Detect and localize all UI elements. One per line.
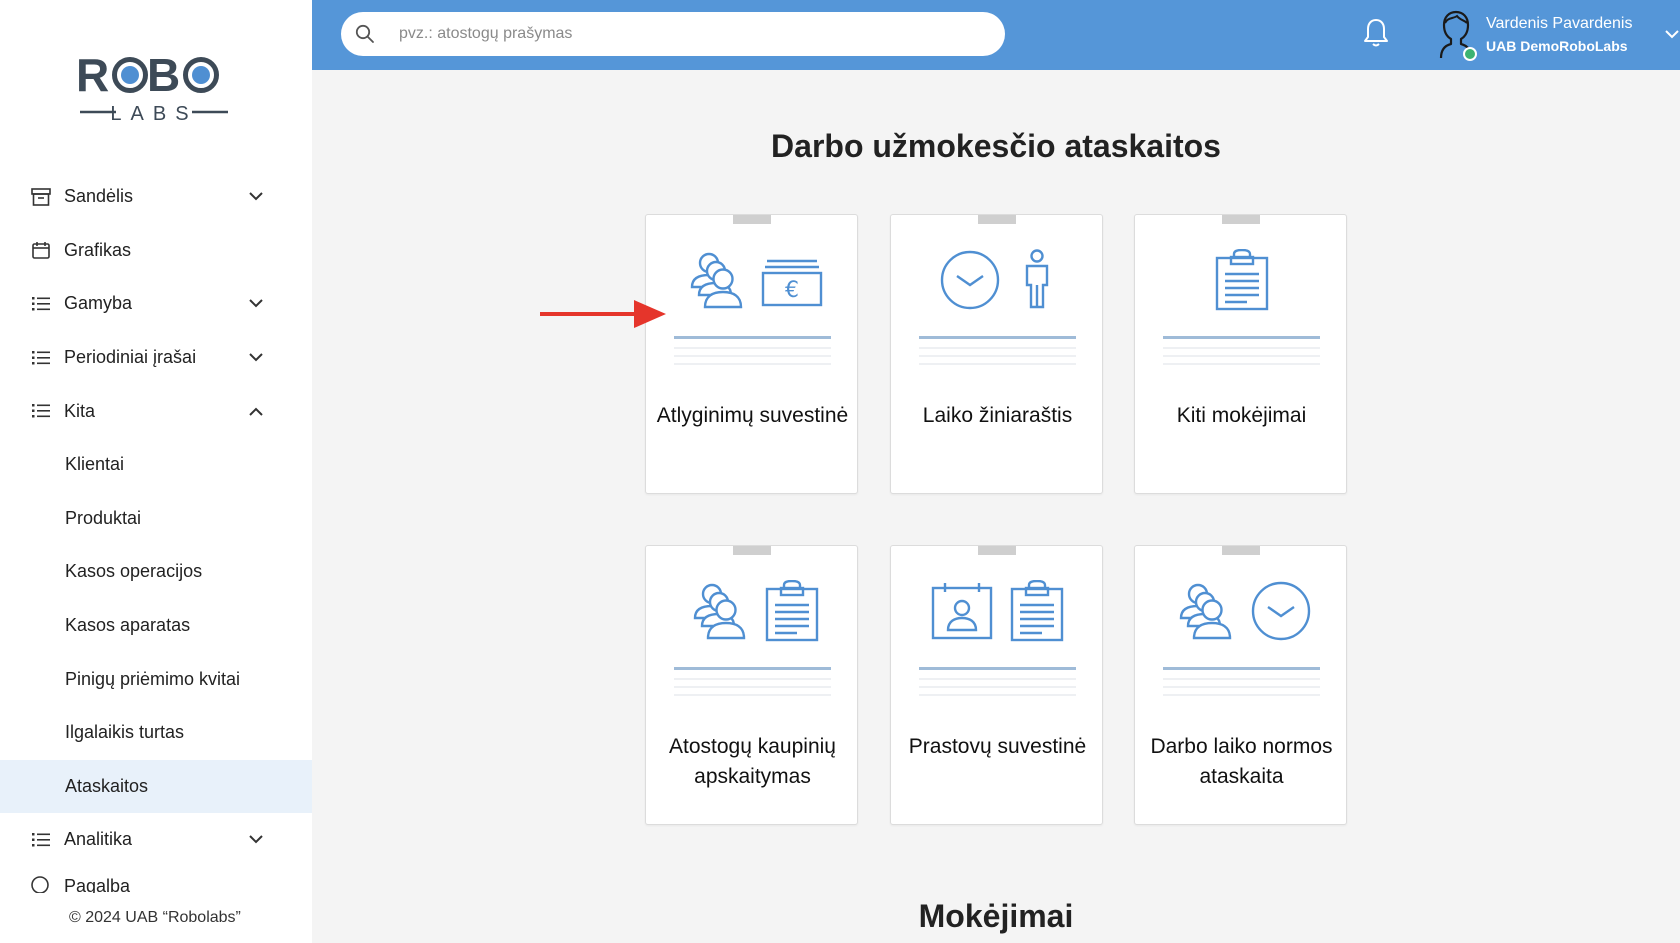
- card-tab: [1222, 215, 1260, 224]
- card-tab: [1222, 546, 1260, 555]
- sidebar-item-analitika[interactable]: Analitika: [0, 813, 312, 867]
- sidebar-subitem-produktai[interactable]: Produktai: [0, 492, 312, 546]
- person-icon: [1025, 249, 1048, 309]
- card-icons: [891, 580, 1104, 650]
- logo-r: R: [76, 49, 109, 101]
- sidebar-subitem-ilgalaikis-turtas[interactable]: Ilgalaikis turtas: [0, 706, 312, 760]
- user-avatar[interactable]: [1430, 8, 1480, 62]
- card-label: Prastovų suvestinė: [908, 735, 1087, 758]
- sidebar-footer-copyright: © 2024 UAB “Robolabs”: [0, 893, 312, 943]
- svg-text:B: B: [147, 49, 180, 101]
- search-input[interactable]: [341, 12, 1005, 56]
- search-icon: [355, 24, 375, 44]
- sidebar-nav: Sandėlis Grafikas Gamyba Periodiniai įra…: [0, 170, 312, 897]
- sidebar-item-kita[interactable]: Kita: [0, 384, 312, 438]
- sidebar-subitem-klientai[interactable]: Klientai: [0, 438, 312, 492]
- online-status-dot: [1463, 47, 1477, 61]
- card-label: Laiko žiniaraštis: [922, 404, 1073, 427]
- chevron-down-icon[interactable]: [1664, 26, 1680, 42]
- user-name[interactable]: Vardenis Pavardenis: [1486, 15, 1632, 33]
- card-tab: [978, 215, 1016, 224]
- report-card-laiko-ziniarastis[interactable]: Laiko žiniaraštis: [890, 214, 1103, 494]
- people-icon: [1179, 583, 1231, 640]
- clipboard-icon: [1215, 249, 1268, 311]
- top-bar: Vardenis Pavardenis UAB DemoRoboLabs: [312, 0, 1680, 70]
- list-icon: [30, 347, 52, 369]
- list-icon: [30, 400, 52, 422]
- list-icon: [30, 829, 52, 851]
- sidebar-item-label: Kita: [64, 400, 96, 421]
- chevron-up-icon: [248, 403, 264, 419]
- people-icon: [690, 252, 742, 309]
- list-icon: [30, 293, 52, 315]
- card-icons: [1135, 580, 1348, 650]
- calendar-icon: [30, 239, 52, 261]
- clock-icon: [940, 250, 999, 310]
- svg-text:LABS: LABS: [110, 103, 197, 125]
- chevron-down-icon: [248, 296, 264, 312]
- card-icons: [646, 580, 859, 650]
- sidebar-item-periodiniai-irasai[interactable]: Periodiniai įrašai: [0, 331, 312, 385]
- sidebar-item-gamyba[interactable]: Gamyba: [0, 277, 312, 331]
- page-title: Darbo užmokesčio ataskaitos: [771, 128, 1221, 164]
- section-title-mokejimai: Mokėjimai: [918, 898, 1074, 934]
- sidebar-item-label: Periodiniai įrašai: [64, 347, 197, 368]
- clipboard-icon: [1010, 580, 1063, 642]
- euro-cash-icon: €: [761, 259, 822, 307]
- notification-bell-icon[interactable]: [1361, 17, 1391, 49]
- sidebar-item-label: Sandėlis: [64, 186, 134, 207]
- card-label: Kiti mokėjimai: [1176, 404, 1307, 427]
- robolabs-logo[interactable]: R B LABS: [76, 46, 232, 126]
- sidebar-item-label: Gamyba: [64, 293, 133, 314]
- card-label: Darbo laiko normos ataskaita: [1150, 735, 1333, 788]
- report-card-kiti-mokejimai[interactable]: Kiti mokėjimai: [1134, 214, 1347, 494]
- clipboard-icon: [765, 580, 818, 642]
- chevron-down-icon: [248, 832, 264, 848]
- card-icons: [891, 249, 1104, 319]
- chevron-down-icon: [248, 189, 264, 205]
- sidebar-item-grafikas[interactable]: Grafikas: [0, 224, 312, 278]
- card-icons: €: [646, 249, 859, 319]
- people-icon: [693, 583, 745, 640]
- sidebar-item-sandelis[interactable]: Sandėlis: [0, 170, 312, 224]
- sidebar-item-label: Grafikas: [64, 239, 132, 260]
- card-tab: [978, 546, 1016, 555]
- sidebar-subitem-ataskaitos[interactable]: Ataskaitos: [0, 759, 312, 814]
- chevron-down-icon: [248, 350, 264, 366]
- card-label: Atlyginimų suvestinė: [656, 404, 849, 427]
- sidebar-subitem-kasos-operacijos[interactable]: Kasos operacijos: [0, 545, 312, 599]
- sidebar: R B LABS Sandėlis Grafikas Gamyba Period…: [0, 0, 312, 943]
- card-icons: [1135, 249, 1348, 319]
- sidebar-subitem-kasos-aparatas[interactable]: Kasos aparatas: [0, 599, 312, 653]
- user-company[interactable]: UAB DemoRoboLabs: [1486, 38, 1628, 54]
- clock-icon: [1251, 581, 1310, 641]
- id-calendar-icon: [931, 583, 992, 640]
- card-tab: [733, 546, 771, 555]
- report-card-prastovu-suvestine[interactable]: Prastovų suvestinė: [890, 545, 1103, 825]
- sidebar-subitem-pinigu-priemimo-kvitai[interactable]: Pinigų priėmimo kvitai: [0, 652, 312, 706]
- report-card-atostogu-kaupiniu-apskaitymas[interactable]: Atostogų kaupinių apskaitymas: [645, 545, 858, 825]
- report-card-darbo-laiko-normos-ataskaita[interactable]: Darbo laiko normos ataskaita: [1134, 545, 1347, 825]
- card-tab: [733, 215, 771, 224]
- archive-icon: [30, 186, 52, 208]
- sidebar-item-label: Analitika: [64, 829, 133, 850]
- report-card-atlyginimu-suvestine[interactable]: € Atlyginimų suvestinė: [645, 214, 858, 494]
- svg-text:€: €: [785, 278, 799, 303]
- search-box: [341, 12, 1005, 56]
- annotation-arrow-icon: [538, 296, 668, 332]
- card-label: Atostogų kaupinių apskaitymas: [669, 735, 836, 788]
